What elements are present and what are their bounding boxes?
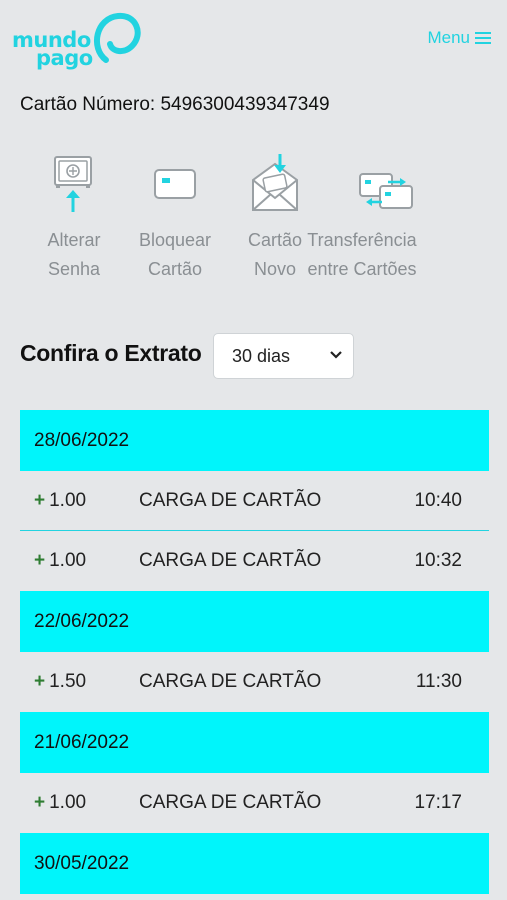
transfer-cards-icon <box>358 173 413 209</box>
transaction-sign: + <box>34 792 46 813</box>
period-select-value: 30 dias <box>232 345 291 366</box>
statement-date-header: 30/05/2022 <box>20 833 489 894</box>
transaction-time: 10:32 <box>414 550 462 571</box>
logo-swirl-icon <box>94 12 141 63</box>
transaction-description: CARGA DE CARTÃO <box>139 792 322 813</box>
action-label-line1: Alterar <box>47 230 101 250</box>
safe-icon <box>54 156 92 212</box>
transaction-amount: +1.00 <box>34 792 86 814</box>
card-number: Cartão Número: 5496300439347349 <box>20 94 330 115</box>
transaction-sign: + <box>34 671 46 692</box>
menu-button[interactable]: Menu <box>427 28 491 48</box>
card-icon <box>154 169 196 199</box>
transaction-row[interactable]: +1.50 CARGA DE CARTÃO 11:30 <box>20 652 489 712</box>
transaction-amount-value: 1.00 <box>49 489 87 511</box>
card-actions: Alterar Senha Bloquear Cartão Cartão Nov… <box>20 152 490 292</box>
transaction-description: CARGA DE CARTÃO <box>139 489 322 511</box>
header: mundo pago Menu <box>0 0 507 80</box>
action-label-line2: Senha <box>47 259 101 279</box>
transaction-amount: +1.00 <box>34 550 86 572</box>
transaction-sign: + <box>34 550 46 571</box>
transaction-time: 17:17 <box>414 792 462 813</box>
envelope-icon <box>252 154 298 211</box>
transaction-amount-value: 1.00 <box>49 550 87 571</box>
period-select[interactable]: 30 dias <box>213 333 354 379</box>
transaction-amount: +1.50 <box>34 671 86 693</box>
mundo-pago-logo[interactable]: mundo pago <box>12 8 142 72</box>
statement-date-header: 22/06/2022 <box>20 591 489 652</box>
transfer-between-cards-action[interactable]: Transferência entre Cartões <box>307 152 437 284</box>
hamburger-icon <box>475 31 491 45</box>
transaction-row[interactable]: +1.00 CARGA DE CARTÃO 17:17 <box>20 773 489 833</box>
action-label-line2: entre Cartões <box>307 259 417 279</box>
action-label-line1: Transferência <box>307 230 417 250</box>
transaction-amount-value: 1.00 <box>49 792 87 813</box>
transaction-amount-value: 1.50 <box>49 671 87 692</box>
transaction-sign: + <box>34 489 46 511</box>
transaction-description: CARGA DE CARTÃO <box>139 671 322 692</box>
menu-label: Menu <box>427 28 470 47</box>
chevron-down-icon <box>330 351 342 359</box>
transaction-time: 11:30 <box>415 671 462 692</box>
statement-title: Confira o Extrato <box>20 340 202 366</box>
statement-date-header: 21/06/2022 <box>20 712 489 773</box>
statement-list: 28/06/2022 +1.00 CARGA DE CARTÃO 10:40 +… <box>20 410 489 894</box>
transaction-time: 10:40 <box>414 489 462 511</box>
action-label-line2: Cartão <box>147 259 203 279</box>
statement-date-header: 28/06/2022 <box>20 410 489 471</box>
transaction-row[interactable]: +1.00 CARGA DE CARTÃO 10:40 <box>20 471 489 531</box>
action-label-line1: Bloquear <box>138 230 212 250</box>
transaction-amount: +1.00 <box>34 490 86 512</box>
transaction-row[interactable]: +1.00 CARGA DE CARTÃO 10:32 <box>20 531 489 591</box>
logo-line2: pago <box>36 46 93 70</box>
transaction-description: CARGA DE CARTÃO <box>139 550 322 571</box>
